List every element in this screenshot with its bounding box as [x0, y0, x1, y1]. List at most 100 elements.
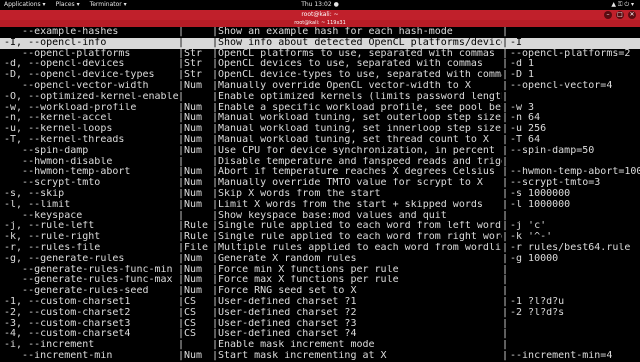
- option-name: -O, --optimized-kernel-enable: [4, 91, 179, 102]
- option-name: --keyspace: [4, 210, 83, 221]
- option-row: -O, --optimized-kernel-enable | | Enable op…: [0, 92, 640, 103]
- option-row: --hwmon-disable | | Disable temperature and…: [0, 157, 640, 168]
- option-example: -u 256: [510, 124, 547, 135]
- option-type: Num: [184, 199, 203, 210]
- option-type: Num: [184, 124, 203, 135]
- option-description: Show keyspace base:mod values and quit: [218, 210, 447, 221]
- option-description: Manual workload tuning, set thread count…: [218, 135, 489, 145]
- option-description: User-defined charset ?2: [218, 307, 357, 318]
- column-separator: |: [502, 102, 509, 113]
- option-description: User-defined charset ?1: [218, 297, 357, 307]
- option-row: -g, --generate-rules | Num | Generate X rand…: [0, 254, 640, 265]
- option-row: -I, --opencl-info | | Show info about detec…: [0, 37, 640, 49]
- option-description: Manual workload tuning, set innerloop st…: [218, 124, 502, 135]
- option-example: -k '^-': [510, 232, 553, 243]
- option-type: CS: [184, 329, 197, 340]
- option-description: Manually override OpenCL vector-width to…: [218, 81, 471, 91]
- option-name: --hwmon-temp-abort: [4, 167, 131, 178]
- window-titlebar[interactable]: root@kali: ~ – □ ✕: [0, 10, 640, 20]
- option-name: -r, --rules-file: [4, 243, 101, 253]
- option-name: -4, --custom-charset4: [4, 329, 131, 340]
- option-row: -r, --rules-file | File | Multiple rules app…: [0, 243, 640, 254]
- option-description: Single rule applied to each word from ri…: [218, 232, 502, 243]
- option-type: Num: [184, 178, 203, 189]
- option-description: Enable mask increment mode: [218, 340, 375, 351]
- option-name: --generate-rules-seed: [4, 286, 149, 297]
- column-separator: |: [502, 37, 509, 48]
- column-separator: |: [178, 91, 185, 102]
- option-row: --generate-rules-func-max | Num | Force max …: [0, 275, 640, 286]
- option-type: Str: [184, 59, 203, 70]
- option-name: --hwmon-disable: [4, 156, 113, 167]
- option-description: OpenCL device-types to use, separated wi…: [218, 70, 502, 81]
- option-name: -l, --limit: [4, 199, 71, 210]
- column-separator: |: [502, 27, 509, 37]
- column-separator: |: [502, 253, 509, 264]
- option-row: --opencl-vector-width | Num | Manually overr…: [0, 81, 640, 92]
- option-type: Num: [184, 351, 203, 361]
- terminal-output[interactable]: --example-hashes | | Show an example hash f…: [0, 27, 640, 361]
- option-type: Rule: [184, 221, 209, 232]
- column-separator: |: [502, 329, 509, 340]
- option-description: Use CPU for device synchronization, in p…: [218, 145, 495, 156]
- column-separator: |: [502, 351, 509, 361]
- status-icons[interactable]: ▲ ⚿ ⏻ ▾: [611, 0, 634, 10]
- option-type: Num: [184, 275, 203, 286]
- column-separator: |: [502, 113, 509, 124]
- option-name: -1, --custom-charset1: [4, 297, 131, 307]
- maximize-button[interactable]: □: [616, 11, 624, 19]
- option-name: -n, --kernel-accel: [4, 113, 113, 124]
- option-example: -n 64: [510, 113, 541, 124]
- column-separator: |: [502, 286, 509, 297]
- option-description: Enable a specific workload profile, see …: [218, 102, 502, 113]
- option-name: -D, --opencl-device-types: [4, 70, 155, 81]
- option-example: --hwmon-temp-abort=100: [510, 167, 640, 178]
- option-description: Enable optimized kernels (limits passwor…: [218, 91, 502, 102]
- option-example: --scrypt-tmto=3: [510, 178, 601, 189]
- column-separator: |: [502, 275, 509, 286]
- option-description: User-defined charset ?3: [218, 318, 357, 329]
- column-separator: |: [502, 178, 509, 189]
- clock[interactable]: Thu 13:02 ●: [0, 0, 640, 10]
- option-type: Num: [184, 113, 203, 124]
- option-example: -1 ?l?d?u: [510, 297, 565, 307]
- option-row: --scrypt-tmto | Num | Manually override TMTO…: [0, 178, 640, 189]
- column-separator: |: [502, 307, 509, 318]
- column-separator: |: [502, 167, 509, 178]
- option-row: --example-hashes | | Show an example hash f…: [0, 27, 640, 38]
- option-name: -d, --opencl-devices: [4, 59, 125, 70]
- option-type: Num: [184, 81, 203, 91]
- close-button[interactable]: ✕: [628, 11, 636, 19]
- option-name: --opencl-platforms: [4, 48, 131, 59]
- column-separator: |: [502, 243, 509, 253]
- option-example: -w 3: [510, 102, 535, 113]
- option-example: -s 1000000: [510, 189, 571, 199]
- option-type: CS: [184, 318, 197, 329]
- option-description: OpenCL devices to use, separated with co…: [218, 59, 483, 70]
- option-type: Num: [184, 286, 203, 297]
- option-type: Num: [184, 253, 203, 264]
- option-description: Start mask incrementing at X: [218, 351, 387, 361]
- option-row: -2, --custom-charset2 | CS | User-defined ch…: [0, 308, 640, 319]
- column-separator: |: [502, 156, 509, 167]
- minimize-button[interactable]: –: [604, 11, 612, 19]
- option-example: -T 64: [510, 135, 541, 145]
- option-name: -I, --opencl-info: [4, 37, 107, 48]
- option-type: Num: [184, 167, 203, 178]
- option-example: --opencl-vector=4: [510, 81, 613, 91]
- option-description: Force max X functions per rule: [218, 275, 399, 286]
- option-name: --generate-rules-func-max: [4, 275, 173, 286]
- option-row: -1, --custom-charset1 | CS | User-defined ch…: [0, 297, 640, 308]
- option-name: --scrypt-tmto: [4, 178, 101, 189]
- column-separator: |: [178, 340, 185, 351]
- option-row: -4, --custom-charset4 | CS | User-defined ch…: [0, 329, 640, 340]
- column-separator: |: [178, 27, 185, 37]
- option-description: Show info about detected OpenCL platform…: [218, 37, 502, 48]
- option-name: -j, --rule-left: [4, 221, 95, 232]
- option-description: OpenCL platforms to use, separated with …: [218, 48, 495, 59]
- option-example: -r rules/best64.rule: [510, 243, 631, 253]
- option-description: Force RNG seed set to X: [218, 286, 357, 297]
- option-description: Manually override TMTO value for scrypt …: [218, 178, 483, 189]
- option-description: Show an example hash for each hash-mode: [218, 27, 453, 37]
- terminal-tab[interactable]: root@kali: ~ 119x31: [0, 20, 640, 27]
